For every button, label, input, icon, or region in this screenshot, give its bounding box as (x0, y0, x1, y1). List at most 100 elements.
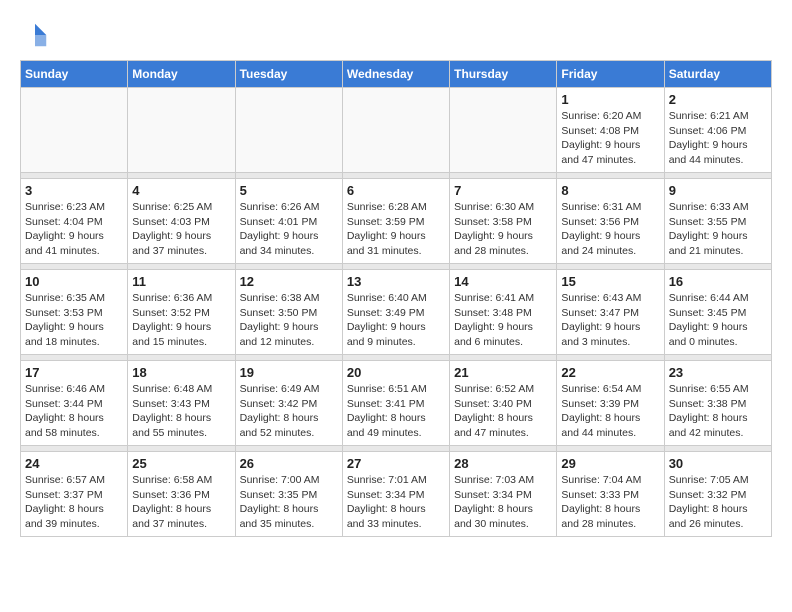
calendar-cell: 29 Sunrise: 7:04 AM Sunset: 3:33 PM Dayli… (557, 452, 664, 537)
calendar-cell: 10 Sunrise: 6:35 AM Sunset: 3:53 PM Dayli… (21, 270, 128, 355)
day-info: Sunrise: 7:03 AM Sunset: 3:34 PM Dayligh… (454, 473, 552, 532)
day-number: 29 (561, 456, 659, 471)
calendar-week-row: 17 Sunrise: 6:46 AM Sunset: 3:44 PM Dayli… (21, 361, 772, 446)
weekday-header: Sunday (21, 61, 128, 88)
day-number: 6 (347, 183, 445, 198)
day-info: Sunrise: 6:48 AM Sunset: 3:43 PM Dayligh… (132, 382, 230, 441)
day-info: Sunrise: 6:36 AM Sunset: 3:52 PM Dayligh… (132, 291, 230, 350)
day-info: Sunrise: 6:57 AM Sunset: 3:37 PM Dayligh… (25, 473, 123, 532)
day-info: Sunrise: 6:28 AM Sunset: 3:59 PM Dayligh… (347, 200, 445, 259)
day-number: 18 (132, 365, 230, 380)
weekday-header: Tuesday (235, 61, 342, 88)
day-info: Sunrise: 6:23 AM Sunset: 4:04 PM Dayligh… (25, 200, 123, 259)
calendar-cell (342, 88, 449, 173)
day-info: Sunrise: 6:46 AM Sunset: 3:44 PM Dayligh… (25, 382, 123, 441)
day-number: 22 (561, 365, 659, 380)
day-info: Sunrise: 7:01 AM Sunset: 3:34 PM Dayligh… (347, 473, 445, 532)
calendar-cell: 23Sunrise: 6:55 AM Sunset: 3:38 PM Dayli… (664, 361, 771, 446)
calendar-cell: 20 Sunrise: 6:51 AM Sunset: 3:41 PM Dayli… (342, 361, 449, 446)
day-number: 26 (240, 456, 338, 471)
day-number: 4 (132, 183, 230, 198)
day-number: 17 (25, 365, 123, 380)
calendar-cell (235, 88, 342, 173)
day-info: Sunrise: 7:05 AM Sunset: 3:32 PM Dayligh… (669, 473, 767, 532)
calendar-cell: 13 Sunrise: 6:40 AM Sunset: 3:49 PM Dayli… (342, 270, 449, 355)
calendar-cell: 18 Sunrise: 6:48 AM Sunset: 3:43 PM Dayli… (128, 361, 235, 446)
day-number: 19 (240, 365, 338, 380)
calendar-header-row: SundayMondayTuesdayWednesdayThursdayFrid… (21, 61, 772, 88)
day-info: Sunrise: 6:33 AM Sunset: 3:55 PM Dayligh… (669, 200, 767, 259)
day-number: 10 (25, 274, 123, 289)
day-info: Sunrise: 6:35 AM Sunset: 3:53 PM Dayligh… (25, 291, 123, 350)
logo (20, 20, 54, 50)
day-number: 13 (347, 274, 445, 289)
calendar-cell: 7Sunrise: 6:30 AM Sunset: 3:58 PM Daylig… (450, 179, 557, 264)
calendar-cell: 22 Sunrise: 6:54 AM Sunset: 3:39 PM Dayli… (557, 361, 664, 446)
calendar-cell: 11 Sunrise: 6:36 AM Sunset: 3:52 PM Dayli… (128, 270, 235, 355)
day-number: 3 (25, 183, 123, 198)
day-number: 30 (669, 456, 767, 471)
calendar-week-row: 3 Sunrise: 6:23 AM Sunset: 4:04 PM Daylig… (21, 179, 772, 264)
calendar-cell: 3 Sunrise: 6:23 AM Sunset: 4:04 PM Daylig… (21, 179, 128, 264)
day-number: 28 (454, 456, 552, 471)
calendar-cell: 8Sunrise: 6:31 AM Sunset: 3:56 PM Daylig… (557, 179, 664, 264)
day-number: 27 (347, 456, 445, 471)
day-number: 25 (132, 456, 230, 471)
calendar-cell (450, 88, 557, 173)
weekday-header: Monday (128, 61, 235, 88)
day-info: Sunrise: 6:25 AM Sunset: 4:03 PM Dayligh… (132, 200, 230, 259)
calendar-cell: 25 Sunrise: 6:58 AM Sunset: 3:36 PM Dayli… (128, 452, 235, 537)
calendar-cell: 14 Sunrise: 6:41 AM Sunset: 3:48 PM Dayli… (450, 270, 557, 355)
day-number: 24 (25, 456, 123, 471)
calendar-cell: 30 Sunrise: 7:05 AM Sunset: 3:32 PM Dayli… (664, 452, 771, 537)
calendar-cell: 16Sunrise: 6:44 AM Sunset: 3:45 PM Dayli… (664, 270, 771, 355)
calendar-cell: 1 Sunrise: 6:20 AM Sunset: 4:08 PM Daylig… (557, 88, 664, 173)
day-number: 23 (669, 365, 767, 380)
day-number: 2 (669, 92, 767, 107)
day-info: Sunrise: 6:58 AM Sunset: 3:36 PM Dayligh… (132, 473, 230, 532)
calendar-cell: 6 Sunrise: 6:28 AM Sunset: 3:59 PM Daylig… (342, 179, 449, 264)
weekday-header: Thursday (450, 61, 557, 88)
calendar-week-row: 24 Sunrise: 6:57 AM Sunset: 3:37 PM Dayli… (21, 452, 772, 537)
day-number: 12 (240, 274, 338, 289)
day-info: Sunrise: 6:21 AM Sunset: 4:06 PM Dayligh… (669, 109, 767, 168)
day-number: 16 (669, 274, 767, 289)
day-info: Sunrise: 6:52 AM Sunset: 3:40 PM Dayligh… (454, 382, 552, 441)
calendar-cell: 12 Sunrise: 6:38 AM Sunset: 3:50 PM Dayli… (235, 270, 342, 355)
calendar-cell: 15Sunrise: 6:43 AM Sunset: 3:47 PM Dayli… (557, 270, 664, 355)
weekday-header: Saturday (664, 61, 771, 88)
calendar-cell: 9 Sunrise: 6:33 AM Sunset: 3:55 PM Daylig… (664, 179, 771, 264)
day-number: 11 (132, 274, 230, 289)
calendar-cell: 5 Sunrise: 6:26 AM Sunset: 4:01 PM Daylig… (235, 179, 342, 264)
day-number: 20 (347, 365, 445, 380)
calendar-week-row: 1 Sunrise: 6:20 AM Sunset: 4:08 PM Daylig… (21, 88, 772, 173)
day-info: Sunrise: 7:04 AM Sunset: 3:33 PM Dayligh… (561, 473, 659, 532)
day-info: Sunrise: 6:41 AM Sunset: 3:48 PM Dayligh… (454, 291, 552, 350)
day-info: Sunrise: 6:30 AM Sunset: 3:58 PM Dayligh… (454, 200, 552, 259)
day-info: Sunrise: 6:20 AM Sunset: 4:08 PM Dayligh… (561, 109, 659, 168)
logo-icon (20, 20, 50, 50)
calendar-cell: 21 Sunrise: 6:52 AM Sunset: 3:40 PM Dayli… (450, 361, 557, 446)
day-info: Sunrise: 6:51 AM Sunset: 3:41 PM Dayligh… (347, 382, 445, 441)
day-info: Sunrise: 6:26 AM Sunset: 4:01 PM Dayligh… (240, 200, 338, 259)
calendar-cell: 19 Sunrise: 6:49 AM Sunset: 3:42 PM Dayli… (235, 361, 342, 446)
day-number: 1 (561, 92, 659, 107)
calendar-cell: 4 Sunrise: 6:25 AM Sunset: 4:03 PM Daylig… (128, 179, 235, 264)
day-number: 9 (669, 183, 767, 198)
day-info: Sunrise: 6:38 AM Sunset: 3:50 PM Dayligh… (240, 291, 338, 350)
calendar-table: SundayMondayTuesdayWednesdayThursdayFrid… (20, 60, 772, 537)
day-info: Sunrise: 6:49 AM Sunset: 3:42 PM Dayligh… (240, 382, 338, 441)
day-info: Sunrise: 7:00 AM Sunset: 3:35 PM Dayligh… (240, 473, 338, 532)
weekday-header: Wednesday (342, 61, 449, 88)
calendar-cell: 26 Sunrise: 7:00 AM Sunset: 3:35 PM Dayli… (235, 452, 342, 537)
day-number: 14 (454, 274, 552, 289)
weekday-header: Friday (557, 61, 664, 88)
day-number: 21 (454, 365, 552, 380)
day-info: Sunrise: 6:40 AM Sunset: 3:49 PM Dayligh… (347, 291, 445, 350)
day-number: 8 (561, 183, 659, 198)
calendar-week-row: 10 Sunrise: 6:35 AM Sunset: 3:53 PM Dayli… (21, 270, 772, 355)
day-info: Sunrise: 6:54 AM Sunset: 3:39 PM Dayligh… (561, 382, 659, 441)
calendar-cell: 2 Sunrise: 6:21 AM Sunset: 4:06 PM Daylig… (664, 88, 771, 173)
calendar-cell: 28 Sunrise: 7:03 AM Sunset: 3:34 PM Dayli… (450, 452, 557, 537)
day-number: 5 (240, 183, 338, 198)
